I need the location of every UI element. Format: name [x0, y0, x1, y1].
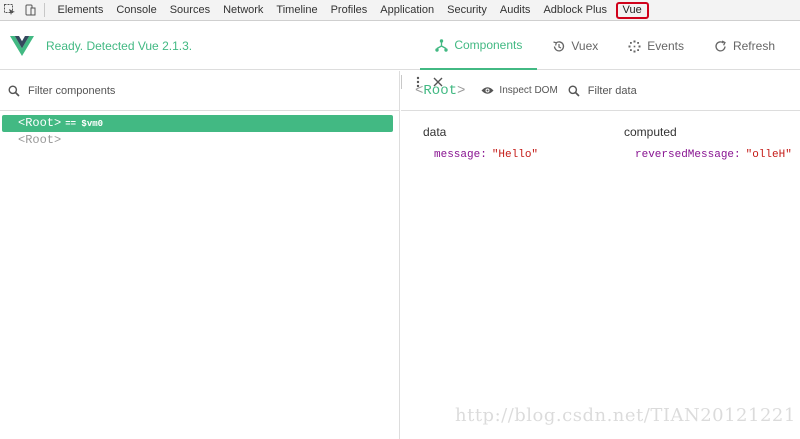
tab-application[interactable]: Application: [374, 0, 441, 21]
property-value: "Hello": [491, 149, 539, 161]
search-icon: [568, 85, 580, 97]
search-icon: [8, 85, 20, 97]
components-pane: Filter components <Root> == $vm0 <Root>: [0, 71, 400, 439]
tab-sources[interactable]: Sources: [163, 0, 216, 21]
refresh-button[interactable]: Refresh: [699, 22, 790, 70]
inspect-dom-label: Inspect DOM: [499, 85, 558, 96]
vue-nav: Components Vuex Events Refresh: [420, 22, 790, 70]
tab-audits[interactable]: Audits: [493, 0, 537, 21]
tab-events-label: Events: [647, 39, 684, 53]
refresh-icon: [714, 39, 727, 53]
computed-section: computed reversedMessage: "olleH": [624, 125, 792, 161]
tag-close-bracket: >: [457, 82, 466, 99]
history-icon: [552, 40, 565, 53]
state-header: <Root> Inspect DOM Filter data: [401, 71, 800, 111]
inspect-element-icon[interactable]: [0, 0, 20, 21]
tab-adblock-plus[interactable]: Adblock Plus: [537, 0, 614, 21]
component-tree: <Root> == $vm0 <Root>: [0, 111, 399, 149]
tag-close-bracket: >: [54, 116, 62, 130]
tab-timeline[interactable]: Timeline: [270, 0, 324, 21]
component-filter-input[interactable]: Filter components: [28, 85, 115, 97]
devtools-tab-bar: Elements Console Sources Network Timelin…: [0, 0, 800, 89]
vue-devtools-header: Ready. Detected Vue 2.1.3. Components Vu…: [0, 22, 800, 70]
tab-profiles[interactable]: Profiles: [324, 0, 374, 21]
status-message: Ready. Detected Vue 2.1.3.: [46, 38, 193, 53]
computed-property-row[interactable]: reversedMessage: "olleH": [635, 149, 792, 161]
tab-components[interactable]: Components: [420, 22, 538, 70]
component-name: Root: [25, 116, 55, 130]
tab-vuex-label: Vuex: [571, 39, 599, 53]
selected-component-title: <Root>: [415, 83, 465, 99]
property-key: message:: [434, 149, 487, 161]
data-heading: data: [423, 125, 447, 139]
tab-security[interactable]: Security: [441, 0, 494, 21]
tab-components-label: Components: [454, 38, 523, 52]
tab-network[interactable]: Network: [217, 0, 270, 21]
tab-elements[interactable]: Elements: [51, 0, 110, 21]
vue-logo-icon: [10, 35, 34, 56]
data-property-row[interactable]: message: "Hello": [434, 149, 538, 161]
computed-heading: computed: [624, 125, 677, 139]
refresh-label: Refresh: [732, 39, 775, 53]
component-name: Root: [25, 133, 55, 147]
component-filter[interactable]: Filter components: [0, 71, 399, 111]
state-pane: <Root> Inspect DOM Filter data data mess…: [401, 71, 800, 439]
eye-icon: [481, 86, 494, 95]
tree-node-root[interactable]: <Root>: [0, 132, 399, 149]
data-filter[interactable]: Filter data: [568, 85, 637, 97]
vm-reference: == $vm0: [65, 119, 104, 129]
tab-vue[interactable]: Vue: [615, 1, 649, 19]
property-key: reversedMessage:: [635, 149, 741, 161]
data-filter-input[interactable]: Filter data: [588, 85, 637, 97]
selected-component-name: Root: [423, 82, 458, 99]
device-toolbar-icon[interactable]: [20, 0, 40, 21]
tab-events[interactable]: Events: [613, 22, 699, 70]
watermark-text: http://blog.csdn.net/TIAN20121221: [455, 405, 796, 426]
data-section: data message: "Hello": [423, 125, 538, 161]
tree-node-root-selected[interactable]: <Root> == $vm0: [2, 115, 393, 132]
events-icon: [628, 40, 641, 53]
toolbar-divider: [44, 3, 45, 17]
tab-vuex[interactable]: Vuex: [537, 22, 613, 70]
tag-close-bracket: >: [54, 133, 62, 147]
property-value: "olleH": [745, 149, 792, 161]
components-tree-icon: [435, 38, 449, 52]
inspect-dom-button[interactable]: Inspect DOM: [481, 85, 558, 96]
tab-console[interactable]: Console: [110, 0, 163, 21]
